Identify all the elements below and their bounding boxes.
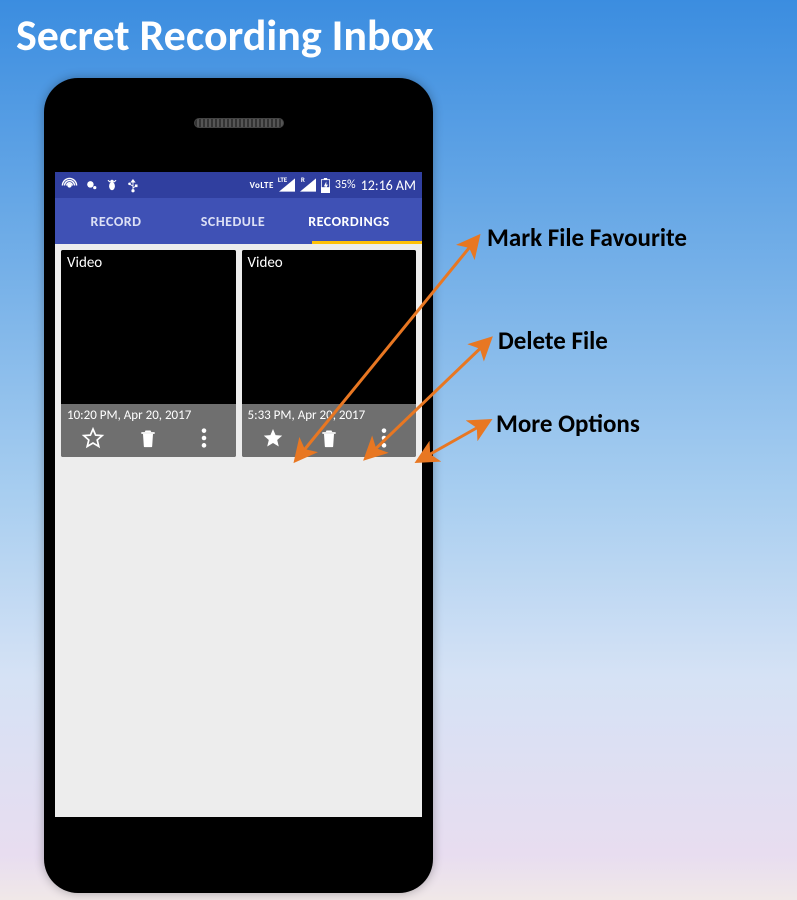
annotation-delete: Delete File — [498, 325, 608, 356]
recording-type-label: Video — [248, 254, 283, 272]
favourite-button[interactable] — [258, 423, 288, 453]
tab-bar: RECORD SCHEDULE RECORDINGS — [55, 198, 422, 244]
battery-charging-icon — [321, 178, 330, 193]
volte-label: VoLTE — [250, 180, 274, 191]
hotspot-icon — [61, 177, 78, 194]
recording-timestamp: 5:33 PM, Apr 20, 2017 — [242, 404, 417, 425]
recording-timestamp: 10:20 PM, Apr 20, 2017 — [61, 404, 236, 425]
star-outline-icon — [81, 426, 105, 450]
recording-footer: 10:20 PM, Apr 20, 2017 — [61, 404, 236, 457]
favourite-button[interactable] — [78, 423, 108, 453]
phone-screen: VoLTE LTE R — [55, 172, 422, 817]
tab-recordings[interactable]: RECORDINGS — [297, 213, 401, 230]
bug-icon — [105, 178, 119, 192]
tab-indicator — [312, 241, 422, 244]
phone-speaker — [194, 118, 284, 128]
delete-button[interactable] — [133, 423, 163, 453]
trash-icon — [319, 427, 339, 449]
recording-thumbnail[interactable]: Video — [61, 250, 236, 404]
annotation-favourite: Mark File Favourite — [487, 222, 687, 253]
tab-record[interactable]: RECORD — [77, 213, 155, 230]
status-bar: VoLTE LTE R — [55, 172, 422, 198]
clock-text: 12:16 AM — [361, 177, 416, 194]
page-title: Secret Recording Inbox — [0, 0, 797, 62]
recordings-grid: Video 10:20 PM, Apr 20, 2017 — [55, 244, 422, 817]
more-vertical-icon — [201, 427, 207, 449]
recording-thumbnail[interactable]: Video — [242, 250, 417, 404]
usb-icon — [126, 177, 140, 194]
signal-icon-1: LTE — [279, 178, 295, 192]
annotation-more: More Options — [496, 408, 640, 439]
lte-badge: LTE — [277, 175, 288, 184]
more-options-button[interactable] — [189, 423, 219, 453]
trash-icon — [138, 427, 158, 449]
recording-card[interactable]: Video 5:33 PM, Apr 20, 2017 — [242, 250, 417, 457]
battery-percent: 35% — [335, 178, 356, 192]
roaming-badge: R — [300, 175, 306, 184]
delete-button[interactable] — [314, 423, 344, 453]
more-options-button[interactable] — [369, 423, 399, 453]
more-vertical-icon — [381, 427, 387, 449]
phone-frame: VoLTE LTE R — [44, 78, 433, 893]
recording-footer: 5:33 PM, Apr 20, 2017 — [242, 404, 417, 457]
dot-icon — [85, 179, 98, 192]
signal-icon-2: R — [300, 178, 316, 192]
recording-card[interactable]: Video 10:20 PM, Apr 20, 2017 — [61, 250, 236, 457]
star-filled-icon — [261, 426, 285, 450]
tab-schedule[interactable]: SCHEDULE — [187, 213, 279, 230]
recording-type-label: Video — [67, 254, 102, 272]
